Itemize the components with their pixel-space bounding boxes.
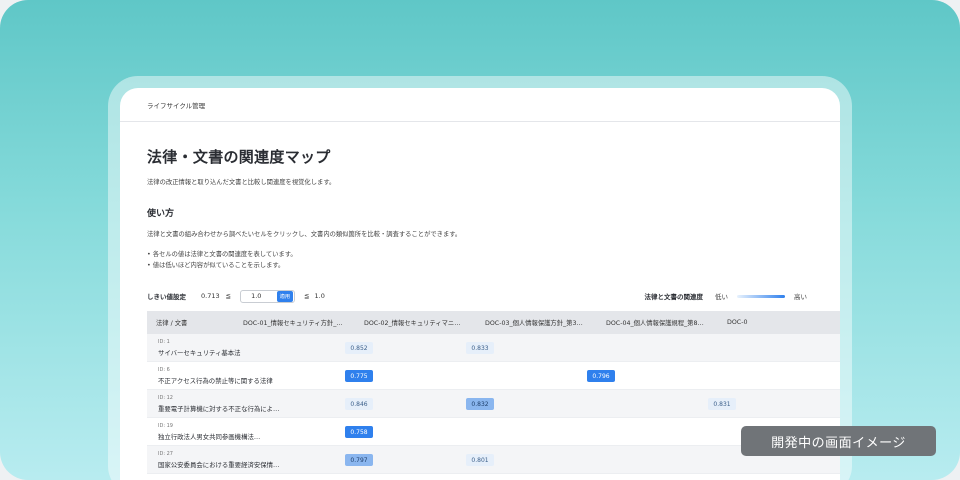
law-id: ID: 6 xyxy=(158,367,170,373)
law-cell: ID: 19 独立行政法人男女共同参画機構法… xyxy=(147,418,299,445)
howto-description: 法律と文書の組み合わせから調べたいセルをクリックし、文書内の類似箇所を比較・調査… xyxy=(147,231,462,238)
law-id: ID: 27 xyxy=(158,451,173,457)
table-row: ID: 19 独立行政法人男女共同参画機構法… 0.758 xyxy=(147,418,840,446)
law-name: サイバーセキュリティ基本法 xyxy=(158,349,241,357)
page-title: 法律・文書の関連度マップ xyxy=(147,148,331,166)
matrix-cell[interactable]: 0.831 xyxy=(662,390,783,417)
matrix-cell[interactable] xyxy=(783,362,840,389)
law-id: ID: 1 xyxy=(158,339,170,345)
column-header[interactable]: DOC-03_個人情報保護方針_第3… xyxy=(477,318,598,327)
table-row: ID: 6 不正アクセス行為の禁止等に関する法律 0.775 0.796 xyxy=(147,362,840,390)
page-subtitle: 法律の改正情報と取り込んだ文書と比較し関連度を視覚化します。 xyxy=(147,179,336,186)
matrix-cell[interactable] xyxy=(541,390,662,417)
matrix-cell[interactable] xyxy=(662,362,783,389)
relevance-chip[interactable]: 0.846 xyxy=(345,398,373,410)
wip-badge: 開発中の画面イメージ xyxy=(741,426,936,456)
law-name: 重要電子計算機に対する不正な行為によ… xyxy=(158,405,280,413)
matrix-cell[interactable] xyxy=(783,390,840,417)
legend-title: 法律と文書の関連度 xyxy=(644,293,704,301)
matrix-cell[interactable]: 0.832 xyxy=(420,390,541,417)
relevance-chip[interactable]: 0.801 xyxy=(466,454,494,466)
apply-button[interactable]: 適用 xyxy=(276,290,294,302)
matrix-cell[interactable]: 0.797 xyxy=(299,446,420,473)
law-cell: ID: 27 国家公安委員会における重要経済安保情… xyxy=(147,446,299,473)
column-header[interactable]: DOC-0 xyxy=(719,319,840,326)
legend-gradient-bar xyxy=(737,294,785,298)
relevance-chip[interactable]: 0.852 xyxy=(345,342,373,354)
relevance-chip[interactable]: 0.758 xyxy=(345,426,373,438)
bullet-item: 各セルの値は法律と文書の関連度を表しています。 xyxy=(147,249,840,260)
matrix-cell[interactable]: 0.796 xyxy=(541,362,662,389)
matrix-cell[interactable] xyxy=(783,334,840,361)
threshold-controls: しきい値設定 0.713 ≦ 1.0 適用 ≦ 1.0 法律と文書の関連度 低い… xyxy=(147,288,807,304)
column-header[interactable]: DOC-01_情報セキュリティ方針_… xyxy=(235,318,356,327)
matrix-cell[interactable]: 0.775 xyxy=(299,362,420,389)
app-screen: ライフサイクル管理 法律・文書の関連度マップ 法律の改正情報と取り込んだ文書と比… xyxy=(120,88,840,480)
matrix-cell[interactable]: 0.833 xyxy=(420,334,541,361)
law-cell: ID: 6 不正アクセス行為の禁止等に関する法律 xyxy=(147,362,299,389)
matrix-cell[interactable] xyxy=(541,446,662,473)
relevance-legend: 法律と文書の関連度 低い 高い xyxy=(645,288,808,304)
leq-symbol: ≦ xyxy=(304,292,310,300)
law-name: 不正アクセス行為の禁止等に関する法律 xyxy=(158,377,273,385)
matrix-cell[interactable]: 0.846 xyxy=(299,390,420,417)
relevance-chip[interactable]: 0.833 xyxy=(466,342,494,354)
law-name: 国家公安委員会における重要経済安保情… xyxy=(158,461,280,469)
bullet-item: 値は低いほど内容が似ていることを示します。 xyxy=(147,260,840,271)
matrix-cell[interactable]: 0.852 xyxy=(299,334,420,361)
threshold-label: しきい値設定 xyxy=(147,293,186,301)
legend-low-label: 低い xyxy=(715,293,728,301)
matrix-cell[interactable] xyxy=(420,418,541,445)
relevance-matrix: 法律 / 文書 DOC-01_情報セキュリティ方針_… DOC-02_情報セキュ… xyxy=(147,311,840,480)
table-row: ID: 1 サイバーセキュリティ基本法 0.852 0.833 xyxy=(147,334,840,362)
corner-header: 法律 / 文書 xyxy=(156,320,188,327)
matrix-cell[interactable] xyxy=(420,362,541,389)
column-header[interactable]: DOC-04_個人情報保護規程_第8… xyxy=(598,318,719,327)
matrix-cell[interactable]: 0.801 xyxy=(420,446,541,473)
table-row: ID: 12 重要電子計算機に対する不正な行為によ… 0.846 0.832 0.831 xyxy=(147,390,840,418)
howto-bullets: 各セルの値は法律と文書の関連度を表しています。 値は低いほど内容が似ていることを… xyxy=(147,249,840,271)
threshold-max-value: 1.0 xyxy=(314,292,325,300)
matrix-header-row: 法律 / 文書 DOC-01_情報セキュリティ方針_… DOC-02_情報セキュ… xyxy=(147,311,840,334)
threshold-min-value: 0.713 xyxy=(201,292,220,300)
law-cell: ID: 1 サイバーセキュリティ基本法 xyxy=(147,334,299,361)
law-id: ID: 12 xyxy=(158,395,173,401)
law-cell: ID: 12 重要電子計算機に対する不正な行為によ… xyxy=(147,390,299,417)
relevance-chip[interactable]: 0.797 xyxy=(345,454,373,466)
table-row: ID: 27 国家公安委員会における重要経済安保情… 0.797 0.801 xyxy=(147,446,840,474)
law-name: 独立行政法人男女共同参画機構法… xyxy=(158,433,261,441)
relevance-chip[interactable]: 0.796 xyxy=(587,370,615,382)
matrix-cell[interactable] xyxy=(662,334,783,361)
matrix-cell[interactable] xyxy=(541,418,662,445)
nav-section-label[interactable]: ライフサイクル管理 xyxy=(147,100,205,110)
leq-symbol: ≦ xyxy=(225,292,232,300)
main-content: 法律・文書の関連度マップ 法律の改正情報と取り込んだ文書と比較し関連度を視覚化し… xyxy=(120,146,840,271)
legend-high-label: 高い xyxy=(794,293,807,301)
top-nav: ライフサイクル管理 xyxy=(120,88,840,122)
threshold-input-value[interactable]: 1.0 xyxy=(251,292,261,300)
relevance-chip[interactable]: 0.832 xyxy=(466,398,494,410)
law-id: ID: 19 xyxy=(158,423,173,429)
threshold-input[interactable]: 1.0 適用 xyxy=(240,289,296,303)
matrix-body: ID: 1 サイバーセキュリティ基本法 0.852 0.833 ID: 6 不正アクセス行… xyxy=(147,334,840,474)
relevance-chip[interactable]: 0.831 xyxy=(708,398,736,410)
column-header[interactable]: DOC-02_情報セキュリティマニ… xyxy=(356,318,477,327)
matrix-cell[interactable]: 0.758 xyxy=(299,418,420,445)
howto-heading: 使い方 xyxy=(147,209,175,219)
matrix-cell[interactable] xyxy=(541,334,662,361)
relevance-chip[interactable]: 0.775 xyxy=(345,370,373,382)
